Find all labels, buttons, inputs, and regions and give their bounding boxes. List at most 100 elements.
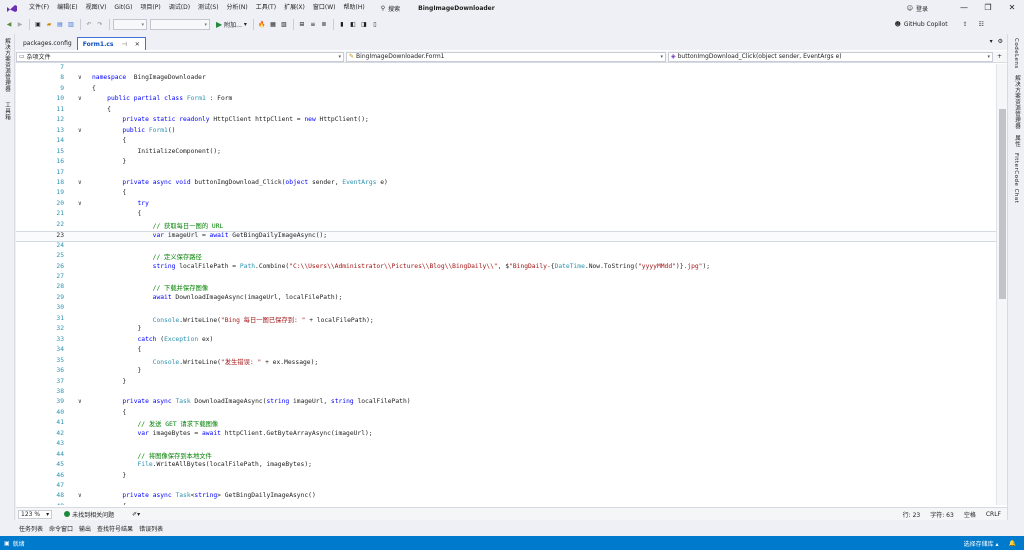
code-line[interactable]: 27 bbox=[16, 273, 996, 283]
code-line[interactable]: 26 string localFilePath = Path.Combine("… bbox=[16, 263, 996, 273]
bottom-tab[interactable]: 输出 bbox=[76, 524, 94, 533]
tab-packages-config[interactable]: packages.config bbox=[18, 37, 77, 50]
code-line[interactable]: 10 ∨ public partial class Form1 : Form bbox=[16, 95, 996, 105]
bookmark-next-icon[interactable]: ◨ bbox=[359, 19, 369, 31]
save-all-icon[interactable]: ▥ bbox=[66, 19, 76, 31]
code-line[interactable]: 29 await DownloadImageAsync(imageUrl, lo… bbox=[16, 294, 996, 304]
code-line[interactable]: 8 ∨ namespace BingImageDownloader bbox=[16, 74, 996, 84]
scrollbar-thumb[interactable] bbox=[999, 109, 1006, 299]
feedback-icon[interactable]: ☷ bbox=[979, 21, 984, 28]
close-tab-icon[interactable]: ✕ bbox=[135, 41, 140, 48]
bookmark-prev-icon[interactable]: ◧ bbox=[348, 19, 358, 31]
bottom-tab[interactable]: 任务列表 bbox=[16, 524, 46, 533]
properties-tab[interactable]: 属性 bbox=[1013, 135, 1021, 147]
code-line[interactable]: 43 bbox=[16, 440, 996, 450]
code-line[interactable]: 20 ∨ try bbox=[16, 200, 996, 210]
code-line[interactable]: 45 File.WriteAllBytes(localFilePath, ima… bbox=[16, 461, 996, 471]
fold-toggle-icon[interactable]: ∨ bbox=[78, 74, 82, 81]
code-line[interactable]: 28 // 下载并保存图像 bbox=[16, 283, 996, 293]
menu-item[interactable]: 文件(F) bbox=[25, 0, 53, 16]
code-line[interactable]: 13 ∨ public Form1() bbox=[16, 127, 996, 137]
code-line[interactable]: 9{ bbox=[16, 85, 996, 95]
code-line[interactable]: 19 { bbox=[16, 189, 996, 199]
menu-item[interactable]: 分析(N) bbox=[223, 0, 252, 16]
fold-toggle-icon[interactable]: ∨ bbox=[78, 95, 82, 102]
config-combo[interactable]: ▾ bbox=[113, 19, 147, 30]
code-line[interactable]: 24 bbox=[16, 242, 996, 252]
solution-explorer-right-tab[interactable]: 解决方案资源管理器 bbox=[1013, 75, 1021, 129]
code-line[interactable]: 42 var imageBytes = await httpClient.Get… bbox=[16, 430, 996, 440]
forward-icon[interactable]: ▶ bbox=[15, 19, 25, 31]
code-line[interactable]: 35 Console.WriteLine("发生错误: " + ex.Messa… bbox=[16, 357, 996, 367]
fold-toggle-icon[interactable]: ∨ bbox=[78, 398, 82, 405]
save-icon[interactable]: ▤ bbox=[55, 19, 65, 31]
code-line[interactable]: 21 { bbox=[16, 210, 996, 220]
fittercode-chat-tab[interactable]: FitterCode Chat bbox=[1013, 153, 1019, 203]
code-line[interactable]: 22 // 获取每日一图的 URL bbox=[16, 221, 996, 231]
code-line[interactable]: 44 // 将图像保存到本地文件 bbox=[16, 451, 996, 461]
menu-item[interactable]: 工具(T) bbox=[252, 0, 280, 16]
tab-list-icon[interactable]: ▾ bbox=[990, 38, 993, 45]
code-line[interactable]: 25 // 定义保存路径 bbox=[16, 252, 996, 262]
back-icon[interactable]: ◀ bbox=[4, 19, 14, 31]
fold-toggle-icon[interactable]: ∨ bbox=[78, 492, 82, 499]
bookmark-icon[interactable]: ▮ bbox=[337, 19, 347, 31]
fold-toggle-icon[interactable]: ∨ bbox=[78, 179, 82, 186]
layout-icon[interactable]: ▦ bbox=[268, 19, 278, 31]
menu-item[interactable]: 窗口(W) bbox=[309, 0, 340, 16]
share-icon[interactable]: ⇪ bbox=[963, 21, 968, 28]
run-button[interactable]: ▶ 附加... ▾ bbox=[216, 20, 247, 29]
code-line[interactable]: 15 InitializeComponent(); bbox=[16, 148, 996, 158]
code-line[interactable]: 38 bbox=[16, 388, 996, 398]
code-line[interactable]: 39 ∨ private async Task DownloadImageAsyn… bbox=[16, 398, 996, 408]
class-dropdown[interactable]: ✎ BingImageDownloader.Form1 ▾ bbox=[346, 51, 666, 62]
hot-reload-icon[interactable]: 🔥 bbox=[257, 19, 267, 31]
open-file-icon[interactable]: ▰ bbox=[44, 19, 54, 31]
code-line[interactable]: 49 { bbox=[16, 503, 996, 505]
code-line[interactable]: 31 Console.WriteLine("Bing 每日一图已保存到: " +… bbox=[16, 315, 996, 325]
char-indicator[interactable]: 字符: 63 bbox=[930, 510, 954, 519]
platform-combo[interactable]: ▾ bbox=[150, 19, 210, 30]
source-control-button[interactable]: 选择存储库 ▴ bbox=[964, 539, 999, 548]
tab-form1-cs[interactable]: Form1.cs ⊣ ✕ bbox=[76, 37, 146, 50]
bookmark-clear-icon[interactable]: ▯ bbox=[370, 19, 380, 31]
vertical-scrollbar[interactable] bbox=[996, 64, 1007, 505]
menu-item[interactable]: 调试(D) bbox=[165, 0, 194, 16]
code-cleanup-icon[interactable]: ✐▾ bbox=[132, 511, 140, 518]
code-line[interactable]: 30 bbox=[16, 304, 996, 314]
code-line[interactable]: 40 { bbox=[16, 409, 996, 419]
uncomment-icon[interactable]: ≣ bbox=[319, 19, 329, 31]
code-line[interactable]: 17 bbox=[16, 169, 996, 179]
code-line[interactable]: 14 { bbox=[16, 137, 996, 147]
line-indicator[interactable]: 行: 23 bbox=[903, 510, 921, 519]
codelens-tab[interactable]: CodeLens bbox=[1013, 38, 1019, 69]
code-line[interactable]: 33 catch (Exception ex) bbox=[16, 336, 996, 346]
line-ending[interactable]: CRLF bbox=[986, 511, 1001, 518]
split-editor-icon[interactable]: + bbox=[997, 53, 1002, 60]
solution-explorer-tab[interactable]: 解决方案资源管理器 bbox=[3, 38, 11, 92]
fold-toggle-icon[interactable]: ∨ bbox=[78, 127, 82, 134]
copilot-button[interactable]: ☻ GitHub Copilot ⇪ ☷ bbox=[895, 16, 984, 33]
menu-item[interactable]: 帮助(H) bbox=[340, 0, 369, 16]
menu-item[interactable]: 项目(P) bbox=[136, 0, 164, 16]
code-editor[interactable]: 7 8 ∨ namespace BingImageDownloader 9{10 ∨ pu… bbox=[16, 64, 996, 505]
menu-item[interactable]: 视图(V) bbox=[82, 0, 111, 16]
code-line[interactable]: 41 // 发送 GET 请求下载图像 bbox=[16, 419, 996, 429]
member-dropdown[interactable]: ◈ buttonImgDownload_Click(object sender,… bbox=[668, 51, 993, 62]
comment-icon[interactable]: ≡ bbox=[308, 19, 318, 31]
minimize-button[interactable]: — bbox=[952, 0, 976, 16]
notifications-icon[interactable]: 🔔 bbox=[1009, 540, 1016, 547]
redo-icon[interactable]: ↷ bbox=[95, 19, 105, 31]
code-line[interactable]: 46 } bbox=[16, 472, 996, 482]
menu-item[interactable]: 扩展(X) bbox=[280, 0, 309, 16]
code-line[interactable]: 18 ∨ private async void buttonImgDownload… bbox=[16, 179, 996, 189]
code-line[interactable]: 16 } bbox=[16, 158, 996, 168]
issues-indicator[interactable]: 未找到相关问题 bbox=[64, 510, 114, 519]
code-line[interactable]: 11 { bbox=[16, 106, 996, 116]
close-window-button[interactable]: ✕ bbox=[1000, 0, 1024, 16]
menu-item[interactable]: 编辑(E) bbox=[53, 0, 81, 16]
code-line[interactable]: 12 private static readonly HttpClient ht… bbox=[16, 116, 996, 126]
indent-mode[interactable]: 空格 bbox=[964, 510, 976, 519]
toolbox-tab[interactable]: 工具箱 bbox=[3, 102, 11, 120]
pin-icon[interactable]: ⊣ bbox=[122, 41, 127, 48]
